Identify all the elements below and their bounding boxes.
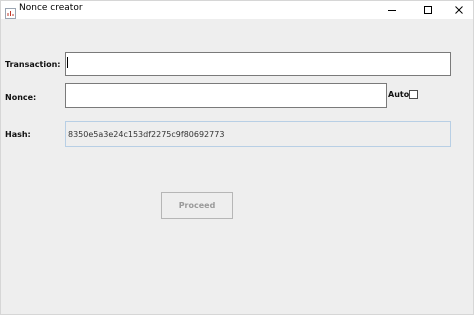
close-icon	[455, 6, 463, 14]
proceed-button[interactable]: Proceed	[161, 192, 233, 219]
nonce-label: Nonce:	[5, 93, 37, 102]
nonce-input[interactable]	[65, 83, 387, 108]
auto-checkbox[interactable]	[409, 90, 418, 99]
app-window: Nonce creator Transaction: Nonce: Auto: …	[0, 0, 474, 315]
java-app-icon	[5, 4, 16, 19]
maximize-button[interactable]	[411, 1, 445, 19]
transaction-label: Transaction:	[5, 60, 61, 69]
minimize-button[interactable]	[375, 1, 409, 19]
window-title: Nonce creator	[19, 3, 83, 13]
maximize-icon	[424, 6, 432, 14]
proceed-button-label: Proceed	[178, 201, 216, 210]
hash-value: 8350e5a3e24c153df2275c9f80692773	[68, 129, 225, 139]
text-caret	[67, 57, 68, 68]
minimize-icon	[388, 10, 396, 11]
transaction-input[interactable]	[65, 52, 451, 76]
hash-label: Hash:	[5, 130, 31, 139]
hash-field: 8350e5a3e24c153df2275c9f80692773	[65, 121, 451, 147]
close-button[interactable]	[442, 1, 474, 19]
title-bar: Nonce creator	[1, 1, 473, 19]
